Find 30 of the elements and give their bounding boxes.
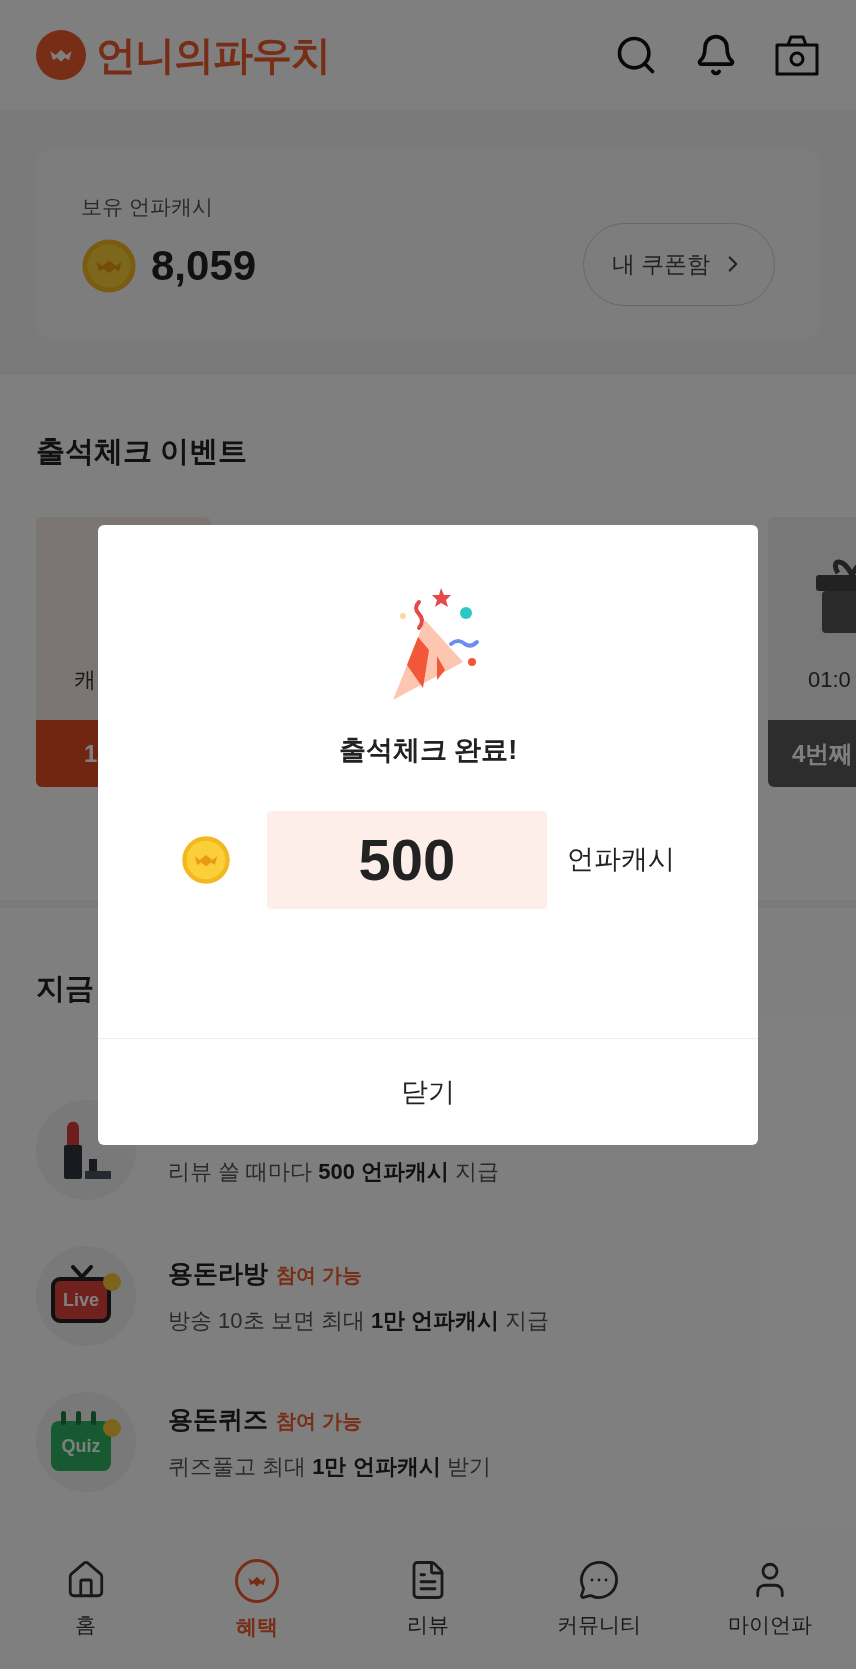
status-label: 참여 가능 (276, 1408, 362, 1434)
event-title[interactable]: 용돈라방 (168, 1254, 268, 1293)
chat-icon (578, 1559, 621, 1601)
card-text: 01:0 (807, 666, 852, 694)
nav-tab[interactable]: 마이언파 (684, 1559, 856, 1641)
event-description: 리뷰 쓸 때마다 500 언파캐시 지급 (168, 1157, 500, 1186)
card-text: 캐 (73, 666, 97, 694)
reward-amount: 500 (267, 810, 547, 909)
reward-unit: 언파캐시 (567, 843, 675, 877)
attendance-card[interactable]: 01:0 4번째 (768, 517, 856, 787)
nav-tab[interactable]: 혜택 (171, 1559, 343, 1643)
day-label: 4번째 (768, 720, 856, 787)
nav-tab[interactable]: 커뮤니티 (513, 1559, 685, 1641)
nav-tab[interactable]: 리뷰 (342, 1559, 514, 1641)
benefit-icon (234, 1559, 279, 1603)
close-button[interactable]: 닫기 (98, 1038, 758, 1145)
dialog-title: 출석체크 완료! (338, 734, 518, 767)
nav-tab[interactable]: 홈 (0, 1559, 172, 1641)
event-title[interactable]: 용돈퀴즈 (168, 1400, 268, 1439)
section-title: 출석체크 이벤트 (36, 434, 249, 469)
coin-icon (81, 237, 137, 294)
section-title: 지금 (36, 971, 95, 1006)
cash-amount: 8,059 (151, 241, 257, 292)
logo-icon (36, 30, 86, 80)
event-description: 퀴즈풀고 최대 1만 언파캐시 받기 (168, 1453, 491, 1482)
event-description: 방송 10초 보면 최대 1만 언파캐시 지급 (168, 1307, 550, 1336)
cash-label: 보유 언파캐시 (81, 193, 214, 220)
app-logo[interactable]: 언니의파우치 (96, 25, 330, 85)
coin-icon (181, 834, 231, 885)
status-label: 참여 가능 (276, 1262, 362, 1288)
